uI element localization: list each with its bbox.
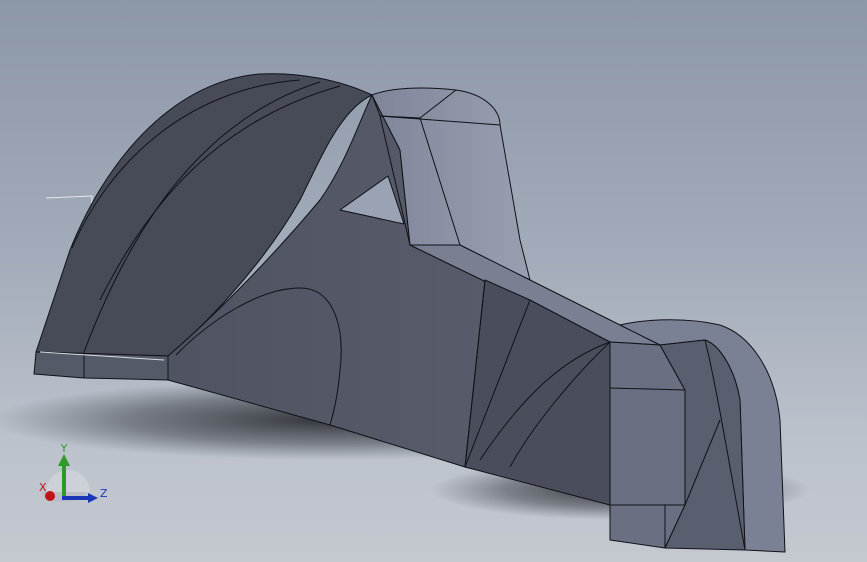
model-right-block-front[interactable] bbox=[609, 341, 686, 549]
model-view[interactable] bbox=[0, 0, 867, 562]
y-axis-label: Y bbox=[60, 442, 68, 455]
triad-sphere-dome bbox=[46, 470, 90, 492]
z-axis-arrow bbox=[88, 493, 98, 503]
x-axis-label: X bbox=[39, 481, 47, 494]
3d-model[interactable] bbox=[33, 73, 786, 553]
y-axis-arrow bbox=[58, 454, 70, 466]
z-axis-label: Z bbox=[100, 487, 108, 500]
graphics-viewport[interactable]: Y Z X bbox=[0, 0, 867, 562]
axis-triad: Y Z X bbox=[39, 442, 108, 503]
